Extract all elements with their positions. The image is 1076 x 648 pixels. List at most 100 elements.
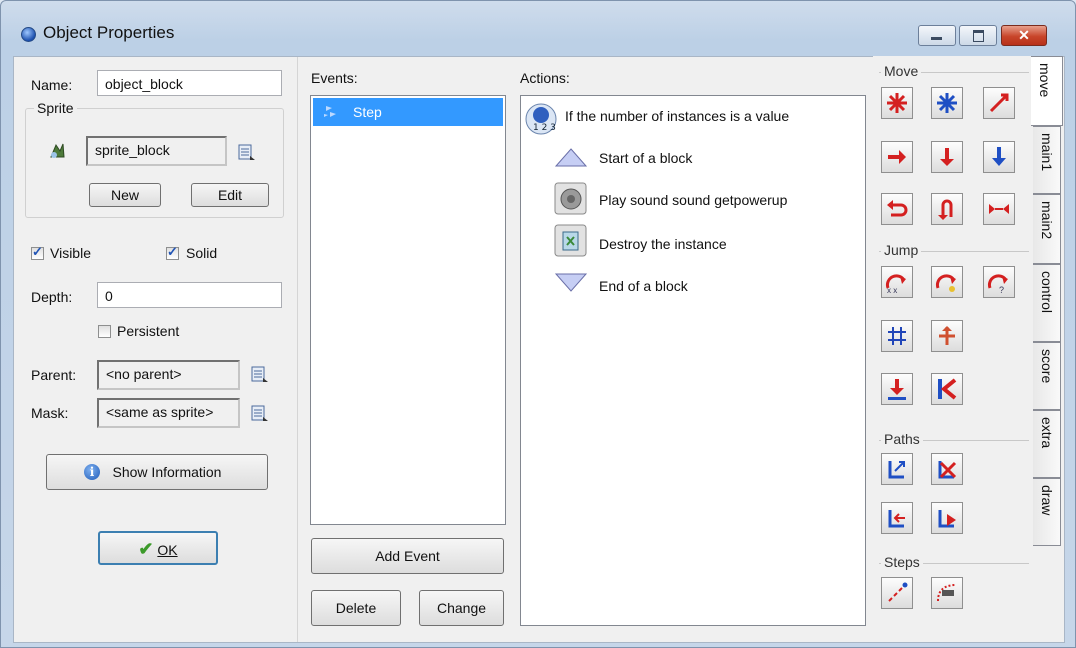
friction-button[interactable] <box>983 193 1015 225</box>
change-event-button[interactable]: Change <box>419 590 504 626</box>
end-path-button[interactable] <box>931 453 963 485</box>
reverse-vertical-button[interactable] <box>931 193 963 225</box>
sprite-menu-icon[interactable] <box>238 143 256 163</box>
tab-main2-label: main2 <box>1039 201 1055 240</box>
tab-main1[interactable]: main1 <box>1033 126 1061 194</box>
solid-checkbox[interactable] <box>166 244 179 260</box>
move-contact-button[interactable] <box>881 373 913 405</box>
close-button[interactable]: ✕ <box>1001 25 1047 46</box>
bounce-button[interactable] <box>931 373 963 405</box>
persistent-checkbox[interactable] <box>98 325 111 338</box>
move-free-button[interactable] <box>931 87 963 119</box>
jump-random-button[interactable]: ? <box>983 266 1015 298</box>
jump-start-icon <box>935 274 956 292</box>
jump-start-button[interactable] <box>931 266 963 298</box>
visible-label: Visible <box>50 245 91 261</box>
tab-main2[interactable]: main2 <box>1033 194 1061 264</box>
depth-field[interactable]: 0 <box>97 282 282 308</box>
action-end-block[interactable]: End of a block <box>599 278 688 294</box>
wrap-screen-button[interactable] <box>931 320 963 352</box>
actions-list[interactable]: 1 2 3 If the number of instances is a va… <box>520 95 866 626</box>
tab-extra[interactable]: extra <box>1033 410 1061 478</box>
minimize-icon <box>931 37 942 40</box>
maximize-button[interactable] <box>959 25 997 46</box>
sound-icon <box>554 182 587 215</box>
jump-position-icon: x x <box>885 274 906 294</box>
parent-field[interactable]: <no parent> <box>97 360 240 390</box>
checkmark-icon: ✔ <box>138 539 154 559</box>
path-position-button[interactable] <box>881 502 913 534</box>
reverse-vertical-icon <box>938 199 953 220</box>
move-towards-button[interactable] <box>983 87 1015 119</box>
jump-random-icon: ? <box>987 274 1008 294</box>
tab-draw[interactable]: draw <box>1033 478 1061 546</box>
visible-checkbox[interactable] <box>31 244 44 260</box>
friction-icon <box>989 204 1009 214</box>
tab-score-label: score <box>1039 349 1055 384</box>
end-block-icon <box>554 273 588 292</box>
speed-vertical-icon <box>940 148 954 166</box>
tab-extra-label: extra <box>1039 417 1055 449</box>
svg-text:?: ? <box>999 285 1004 294</box>
edit-sprite-button[interactable]: Edit <box>191 183 269 207</box>
event-step-label: Step <box>353 104 382 120</box>
action-start-block[interactable]: Start of a block <box>599 150 692 166</box>
tab-move[interactable]: move <box>1031 56 1063 126</box>
gravity-button[interactable] <box>983 141 1015 173</box>
step-event-icon <box>324 106 336 117</box>
path-position-icon <box>888 510 905 528</box>
new-sprite-button[interactable]: New <box>89 183 161 207</box>
move-contact-icon <box>888 379 906 400</box>
set-path-icon <box>888 461 905 479</box>
path-speed-button[interactable] <box>931 502 963 534</box>
speed-horizontal-icon <box>888 150 906 164</box>
window-title: Object Properties <box>43 23 175 42</box>
step-avoiding-icon <box>937 584 957 602</box>
set-path-button[interactable] <box>881 453 913 485</box>
depth-label: Depth: <box>31 289 73 305</box>
show-information-label: Show Information <box>112 464 222 480</box>
sprite-group-label: Sprite <box>34 100 77 116</box>
jump-position-button[interactable]: x x <box>881 266 913 298</box>
action-if-instances[interactable]: If the number of instances is a value <box>565 108 789 124</box>
svg-text:x x: x x <box>887 286 897 294</box>
move-towards-icon <box>989 93 1009 113</box>
tab-draw-label: draw <box>1039 485 1055 516</box>
parent-menu-icon[interactable] <box>251 365 269 385</box>
parent-label: Parent: <box>31 367 77 383</box>
action-destroy-instance[interactable]: Destroy the instance <box>599 236 727 252</box>
mask-menu-icon[interactable] <box>251 404 269 424</box>
section-move-label: Move <box>881 63 922 79</box>
add-event-button[interactable]: Add Event <box>311 538 504 574</box>
grid-icon <box>888 327 906 345</box>
sprite-thumbnail-icon <box>50 143 65 158</box>
event-step-row[interactable]: Step <box>313 98 503 126</box>
tab-score[interactable]: score <box>1033 342 1061 410</box>
tab-main1-label: main1 <box>1039 133 1055 172</box>
step-towards-button[interactable] <box>881 577 913 609</box>
action-play-sound[interactable]: Play sound sound getpowerup <box>599 192 787 208</box>
align-grid-button[interactable] <box>881 320 913 352</box>
minimize-button[interactable] <box>918 25 956 46</box>
maximize-icon <box>973 30 984 42</box>
ok-button[interactable]: ✔ OK <box>98 531 218 565</box>
name-field[interactable]: object_block <box>97 70 282 96</box>
tab-control[interactable]: control <box>1033 264 1061 342</box>
actions-header: Actions: <box>520 70 570 86</box>
speed-vertical-button[interactable] <box>931 141 963 173</box>
step-avoiding-button[interactable] <box>931 577 963 609</box>
events-list[interactable]: Step <box>310 95 506 525</box>
persistent-label: Persistent <box>117 323 180 339</box>
show-information-button[interactable]: i Show Information <box>46 454 268 490</box>
reverse-horizontal-icon <box>887 200 908 217</box>
speed-horizontal-button[interactable] <box>881 141 913 173</box>
sprite-field[interactable]: sprite_block <box>86 136 227 166</box>
section-steps-label: Steps <box>881 554 923 570</box>
move-free-icon <box>937 93 957 113</box>
reverse-horizontal-button[interactable] <box>881 193 913 225</box>
delete-event-button[interactable]: Delete <box>311 590 401 626</box>
mask-field[interactable]: <same as sprite> <box>97 398 240 428</box>
mask-label: Mask: <box>31 405 69 421</box>
title-bar[interactable]: Object Properties ✕ <box>1 1 1075 53</box>
move-fixed-button[interactable] <box>881 87 913 119</box>
